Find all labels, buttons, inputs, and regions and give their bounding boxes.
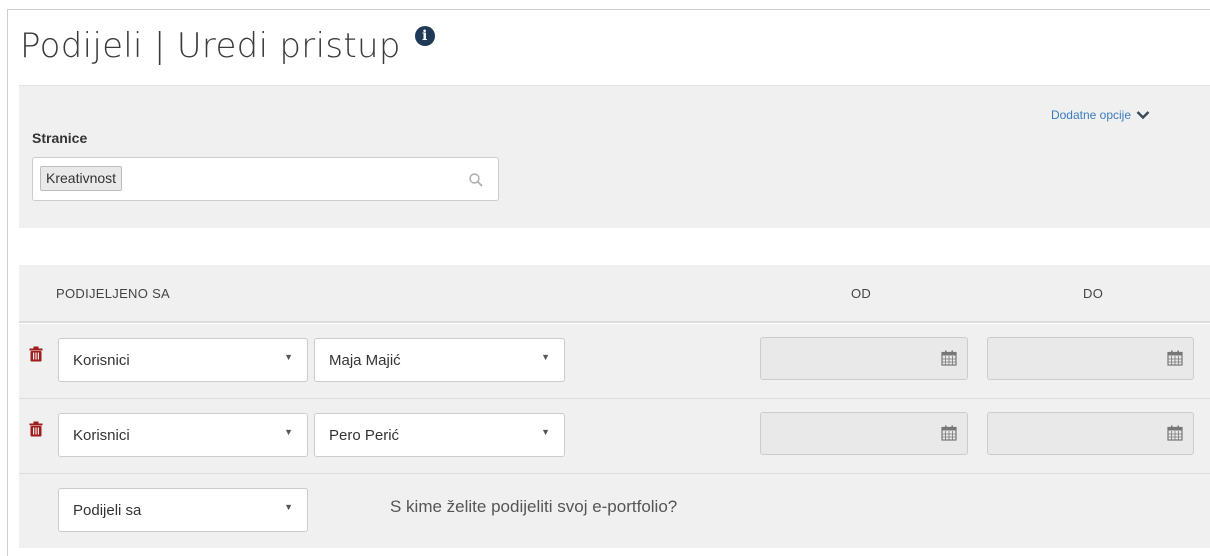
calendar-icon[interactable] [941,350,957,366]
share-table-header: PODIJELJENO SA OD DO [19,265,1210,323]
caret-down-icon: ▼ [541,427,550,437]
add-share-row: Podijeli sa ▼ S kime želite podijeliti s… [19,474,1210,548]
info-icon[interactable]: i [414,26,435,46]
pages-panel: Dodatne opcije Stranice Kreativnost [19,86,1210,228]
calendar-icon[interactable] [1167,350,1183,366]
more-options-label: Dodatne opcije [1050,108,1131,122]
user-value: Maja Majić [329,352,401,369]
share-type-value: Korisnici [73,352,130,369]
trash-icon[interactable] [29,346,43,362]
share-with-value: Podijeli sa [73,502,142,519]
caret-down-icon: ▼ [284,427,293,437]
share-row: Korisnici ▼ Pero Perić ▼ [19,399,1210,474]
from-date-field[interactable] [760,412,968,455]
page-title: Podijeli | Uredi pristup [20,26,401,66]
caret-down-icon: ▼ [541,352,550,362]
to-date-field[interactable] [987,337,1194,380]
col-from: OD [851,286,872,301]
col-to: DO [1083,286,1104,301]
share-type-value: Korisnici [73,427,130,444]
user-select[interactable]: Maja Majić ▼ [314,338,565,382]
pages-label: Stranice [32,130,88,146]
calendar-icon[interactable] [1167,425,1183,441]
trash-icon[interactable] [29,421,43,437]
share-type-select[interactable]: Korisnici ▼ [58,338,308,382]
to-date-field[interactable] [987,412,1194,455]
search-icon [469,173,483,187]
share-row: Korisnici ▼ Maja Majić ▼ [19,324,1210,399]
share-question: S kime želite podijeliti svoj e-portfoli… [390,497,678,516]
selected-page-tag[interactable]: Kreativnost [40,166,123,191]
title-row: Podijeli | Uredi pristup i [20,20,435,80]
caret-down-icon: ▼ [284,352,293,362]
caret-down-icon: ▼ [284,502,293,512]
user-select[interactable]: Pero Perić ▼ [314,413,565,457]
user-value: Pero Perić [329,427,400,444]
share-with-select[interactable]: Podijeli sa ▼ [58,488,308,532]
from-date-field[interactable] [760,337,968,380]
share-type-select[interactable]: Korisnici ▼ [58,413,308,457]
chevron-down-icon [1136,111,1150,120]
col-shared-with: PODIJELJENO SA [56,286,171,301]
calendar-icon[interactable] [941,425,957,441]
more-options-link[interactable]: Dodatne opcije [1051,108,1150,122]
pages-select[interactable]: Kreativnost [32,157,499,201]
